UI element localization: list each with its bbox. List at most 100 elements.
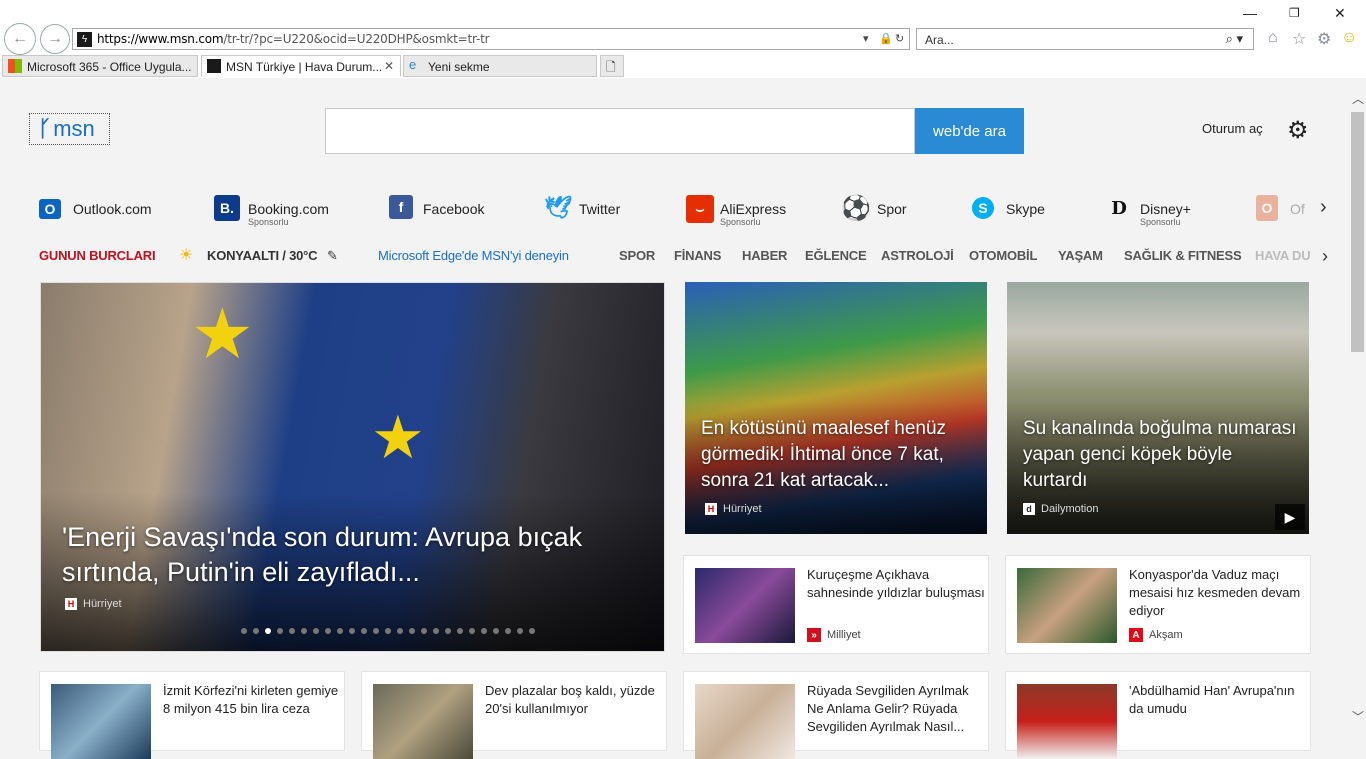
- carousel-dot[interactable]: [241, 628, 247, 634]
- carousel-dot[interactable]: [289, 628, 295, 634]
- msn-search-input[interactable]: [325, 108, 915, 154]
- cat-finans[interactable]: FİNANS: [674, 248, 721, 263]
- tab-new[interactable]: e Yeni sekme: [403, 55, 597, 77]
- carousel-dot[interactable]: [349, 628, 355, 634]
- tab-microsoft-365[interactable]: Microsoft 365 - Office Uygula...: [2, 55, 198, 77]
- msn-logo[interactable]: ᚴ msn: [29, 113, 110, 145]
- cat-haber[interactable]: HABER: [742, 248, 787, 263]
- feature-source-1: H Hürriyet: [705, 503, 762, 515]
- news-source: » Milliyet: [807, 628, 861, 642]
- cat-spor[interactable]: SPOR: [619, 248, 655, 263]
- cat-saglik-fitness[interactable]: SAĞLIK & FITNESS: [1124, 248, 1242, 263]
- tab-msn[interactable]: MSN Türkiye | Hava Durum... ✕: [201, 55, 401, 77]
- favorites-star-icon[interactable]: ☆: [1292, 29, 1306, 49]
- carousel-dot[interactable]: [361, 628, 367, 634]
- lock-icon[interactable]: 🔒: [879, 32, 893, 45]
- news-card-2[interactable]: Konyaspor'da Vaduz maçı mesaisi hız kesm…: [1005, 555, 1311, 654]
- carousel-dot[interactable]: [481, 628, 487, 634]
- carousel-dot[interactable]: [253, 628, 259, 634]
- horoscope-link[interactable]: GUNUN BURCLARI: [39, 248, 156, 263]
- carousel-dot[interactable]: [277, 628, 283, 634]
- cat-otomobil[interactable]: OTOMOBİL: [969, 248, 1037, 263]
- web-search-button[interactable]: web'de ara: [915, 108, 1024, 154]
- carousel-dot[interactable]: [325, 628, 331, 634]
- refresh-icon[interactable]: ↻: [895, 32, 904, 45]
- carousel-dot[interactable]: [493, 628, 499, 634]
- carousel-dot[interactable]: [433, 628, 439, 634]
- weather-location[interactable]: KONYAALTI / 30°C: [207, 248, 318, 263]
- feature-card-1[interactable]: En kötüsünü maalesef henüz görmedik! İht…: [685, 282, 987, 534]
- quicklinks-next-chevron-icon[interactable]: ›: [1320, 196, 1327, 219]
- carousel-dot[interactable]: [505, 628, 511, 634]
- news-card-6[interactable]: 'Abdülhamid Han' Avrupa'nın da umudu: [1005, 671, 1311, 759]
- hero-card[interactable]: ★ ★ 'Enerji Savaşı'nda son durum: Avrupa…: [40, 282, 665, 652]
- feature-title-2[interactable]: Su kanalında boğulma numarası yapan genc…: [1023, 416, 1298, 494]
- news-card-3[interactable]: İzmit Körfezi'ni kirleten gemiye 8 milyo…: [39, 671, 345, 759]
- forward-button[interactable]: →: [40, 24, 70, 54]
- settings-gear-icon[interactable]: ⚙: [1317, 29, 1331, 49]
- news-title[interactable]: Kuruçeşme Açıkhava sahnesinde yıldızlar …: [807, 566, 987, 602]
- news-card-5[interactable]: Rüyada Sevgiliden Ayrılmak Ne Anlama Gel…: [683, 671, 989, 759]
- edge-promo-link[interactable]: Microsoft Edge'de MSN'yi deneyin: [378, 248, 569, 263]
- play-video-icon[interactable]: ▶: [1275, 504, 1305, 530]
- news-card-4[interactable]: Dev plazalar boş kaldı, yüzde 20'si kull…: [361, 671, 667, 759]
- carousel-dot[interactable]: [265, 628, 271, 634]
- restore-icon[interactable]: ❐: [1289, 6, 1300, 20]
- new-tab-button[interactable]: 🗋: [600, 55, 624, 77]
- booking-icon: B.: [214, 195, 240, 221]
- feature-title-1[interactable]: En kötüsünü maalesef henüz görmedik! İht…: [701, 416, 976, 494]
- carousel-dot[interactable]: [337, 628, 343, 634]
- cat-hava-durumu[interactable]: HAVA DU: [1255, 248, 1311, 263]
- forward-arrow-icon: →: [47, 30, 63, 47]
- hero-source: H Hürriyet: [65, 598, 122, 610]
- address-bar[interactable]: ϟ https://www.msn.com/tr-tr/?pc=U220&oci…: [72, 28, 910, 50]
- carousel-dot[interactable]: [445, 628, 451, 634]
- smiley-feedback-icon[interactable]: ☺: [1341, 29, 1357, 47]
- signin-link[interactable]: Oturum aç: [1202, 121, 1263, 136]
- news-title[interactable]: Rüyada Sevgiliden Ayrılmak Ne Anlama Gel…: [807, 682, 987, 736]
- hero-title[interactable]: 'Enerji Savaşı'nda son durum: Avrupa bıç…: [62, 520, 632, 590]
- news-title[interactable]: Konyaspor'da Vaduz maçı mesaisi hız kesm…: [1129, 566, 1309, 620]
- cat-astroloji[interactable]: ASTROLOJİ: [881, 248, 954, 263]
- search-icon[interactable]: ⌕ ▾: [1226, 31, 1243, 47]
- news-title[interactable]: Dev plazalar boş kaldı, yüzde 20'si kull…: [485, 682, 665, 718]
- twitter-bird-icon: 🕊: [544, 195, 572, 220]
- back-button[interactable]: ←: [4, 23, 36, 55]
- msn-settings-gear-icon[interactable]: ⚙: [1287, 116, 1309, 145]
- vertical-scrollbar[interactable]: ︿ ﹀: [1349, 88, 1366, 738]
- carousel-dot[interactable]: [409, 628, 415, 634]
- carousel-dot[interactable]: [457, 628, 463, 634]
- carousel-dot[interactable]: [313, 628, 319, 634]
- news-card-1[interactable]: Kuruçeşme Açıkhava sahnesinde yıldızlar …: [683, 555, 989, 654]
- new-tab-icon: 🗋: [606, 60, 616, 74]
- carousel-dot[interactable]: [469, 628, 475, 634]
- carousel-dot[interactable]: [421, 628, 427, 634]
- dropdown-icon[interactable]: ▾: [863, 32, 869, 45]
- carousel-dot[interactable]: [517, 628, 523, 634]
- carousel-dot[interactable]: [529, 628, 535, 634]
- news-title[interactable]: İzmit Körfezi'ni kirleten gemiye 8 milyo…: [163, 682, 343, 718]
- scrollbar-thumb[interactable]: [1351, 112, 1364, 352]
- close-window-icon[interactable]: ✕: [1334, 5, 1346, 22]
- home-icon[interactable]: ⌂: [1268, 29, 1278, 47]
- carousel-dot[interactable]: [385, 628, 391, 634]
- carousel-dot[interactable]: [301, 628, 307, 634]
- aksam-logo-icon: A: [1129, 628, 1143, 642]
- address-url[interactable]: https://www.msn.com/tr-tr/?pc=U220&ocid=…: [97, 32, 490, 46]
- news-title[interactable]: 'Abdülhamid Han' Avrupa'nın da umudu: [1129, 682, 1309, 718]
- cat-yasam[interactable]: YAŞAM: [1058, 248, 1103, 263]
- minimize-icon[interactable]: —: [1243, 5, 1257, 21]
- categories-next-chevron-icon[interactable]: ›: [1322, 246, 1328, 267]
- feature-card-2[interactable]: Su kanalında boğulma numarası yapan genc…: [1007, 282, 1309, 534]
- edit-pencil-icon[interactable]: ✎: [327, 248, 338, 264]
- news-thumbnail: [1017, 684, 1117, 759]
- scroll-down-icon[interactable]: ﹀: [1352, 708, 1364, 725]
- browser-search-box[interactable]: Ara... ⌕ ▾: [916, 28, 1254, 50]
- news-source: A Akşam: [1129, 628, 1183, 642]
- scroll-up-icon[interactable]: ︿: [1352, 90, 1364, 107]
- carousel-dot[interactable]: [397, 628, 403, 634]
- close-tab-icon[interactable]: ✕: [384, 59, 394, 73]
- carousel-dots[interactable]: [241, 628, 535, 634]
- cat-eglence[interactable]: EĞLENCE: [805, 248, 867, 263]
- carousel-dot[interactable]: [373, 628, 379, 634]
